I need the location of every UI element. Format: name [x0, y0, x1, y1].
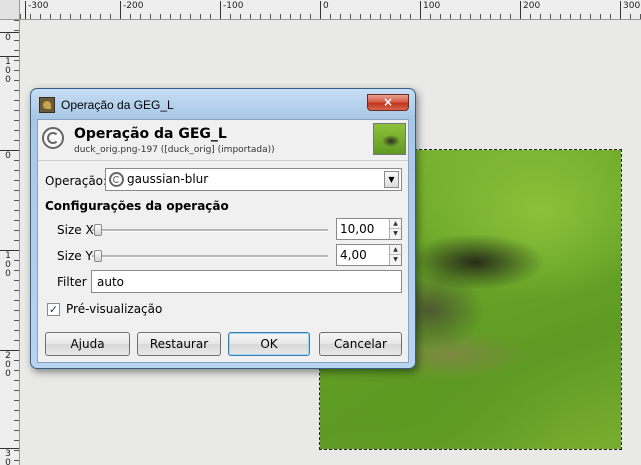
- spin-up-icon[interactable]: ▲: [390, 245, 401, 255]
- vertical-ruler[interactable]: 0 100 0 100 200 300: [0, 20, 20, 465]
- operation-label: Operação:: [45, 174, 108, 188]
- dialog-titlebar[interactable]: Operação da GEG_L ×: [37, 94, 409, 116]
- size-x-label: Size X: [57, 223, 94, 237]
- size-y-label: Size Y: [57, 249, 93, 263]
- gegl-operation-dialog: Operação da GEG_L × Operação da GEG_L du…: [30, 88, 416, 369]
- ruler-label: 0: [320, 1, 329, 19]
- ruler-label: -100: [220, 1, 243, 19]
- reset-button[interactable]: Restaurar: [137, 332, 221, 356]
- spin-buttons: ▲ ▼: [389, 245, 401, 265]
- slider-handle[interactable]: [94, 224, 102, 236]
- filter-input[interactable]: auto: [91, 270, 402, 293]
- image-thumbnail: [373, 123, 406, 155]
- cancel-button[interactable]: Cancelar: [319, 332, 402, 356]
- spin-up-icon[interactable]: ▲: [390, 219, 401, 229]
- ruler-label: 100: [420, 1, 440, 19]
- ruler-label: 0: [5, 151, 11, 161]
- size-y-value: 4,00: [340, 248, 367, 262]
- header-subtitle: duck_orig.png-197 ([duck_orig] (importad…: [74, 145, 275, 155]
- preview-checkbox[interactable]: ✓: [47, 303, 60, 316]
- size-x-slider[interactable]: [92, 224, 328, 236]
- ruler-label: 0: [5, 33, 11, 43]
- ruler-label: 100: [5, 251, 11, 279]
- slider-handle[interactable]: [94, 250, 102, 262]
- settings-heading: Configurações da operação: [45, 199, 229, 213]
- dialog-body: Operação da GEG_L duck_orig.png-197 ([du…: [37, 119, 409, 363]
- filter-label: Filter: [57, 275, 87, 289]
- ruler-label: -200: [120, 1, 143, 19]
- spin-buttons: ▲ ▼: [389, 219, 401, 239]
- ruler-ticks: [20, 14, 641, 19]
- ruler-label: 100: [5, 57, 11, 85]
- size-x-spinbox[interactable]: 10,00 ▲ ▼: [336, 218, 402, 240]
- header-title: Operação da GEG_L: [74, 126, 227, 142]
- operation-value: gaussian-blur: [127, 172, 209, 186]
- horizontal-ruler[interactable]: -300 -200 -100 0 100 200 300: [20, 0, 641, 20]
- ruler-label: 300: [5, 449, 11, 465]
- gegl-icon: [109, 172, 124, 187]
- size-x-value: 10,00: [340, 222, 375, 236]
- close-button[interactable]: ×: [367, 94, 409, 111]
- size-y-slider[interactable]: [92, 250, 328, 262]
- filter-value: auto: [97, 275, 125, 289]
- chevron-down-icon[interactable]: ▼: [384, 171, 399, 188]
- ruler-corner: [0, 0, 20, 20]
- help-button[interactable]: Ajuda: [45, 332, 130, 356]
- app-icon: [39, 97, 55, 113]
- slider-track: [92, 255, 328, 258]
- gegl-icon: [42, 127, 64, 149]
- preview-label[interactable]: Pré-visualização: [66, 302, 162, 316]
- ruler-ticks: [14, 20, 19, 465]
- dialog-header: Operação da GEG_L duck_orig.png-197 ([du…: [38, 120, 408, 161]
- operation-select[interactable]: gaussian-blur ▼: [105, 168, 402, 191]
- size-y-spinbox[interactable]: 4,00 ▲ ▼: [336, 244, 402, 266]
- spin-down-icon[interactable]: ▼: [390, 229, 401, 239]
- ruler-label: 200: [5, 351, 11, 379]
- spin-down-icon[interactable]: ▼: [390, 255, 401, 265]
- ok-button[interactable]: OK: [228, 332, 310, 356]
- slider-track: [92, 229, 328, 232]
- ruler-label: 200: [520, 1, 540, 19]
- ruler-label: -300: [25, 1, 48, 19]
- ruler-label: 300: [620, 1, 640, 19]
- window-title: Operação da GEG_L: [61, 98, 174, 112]
